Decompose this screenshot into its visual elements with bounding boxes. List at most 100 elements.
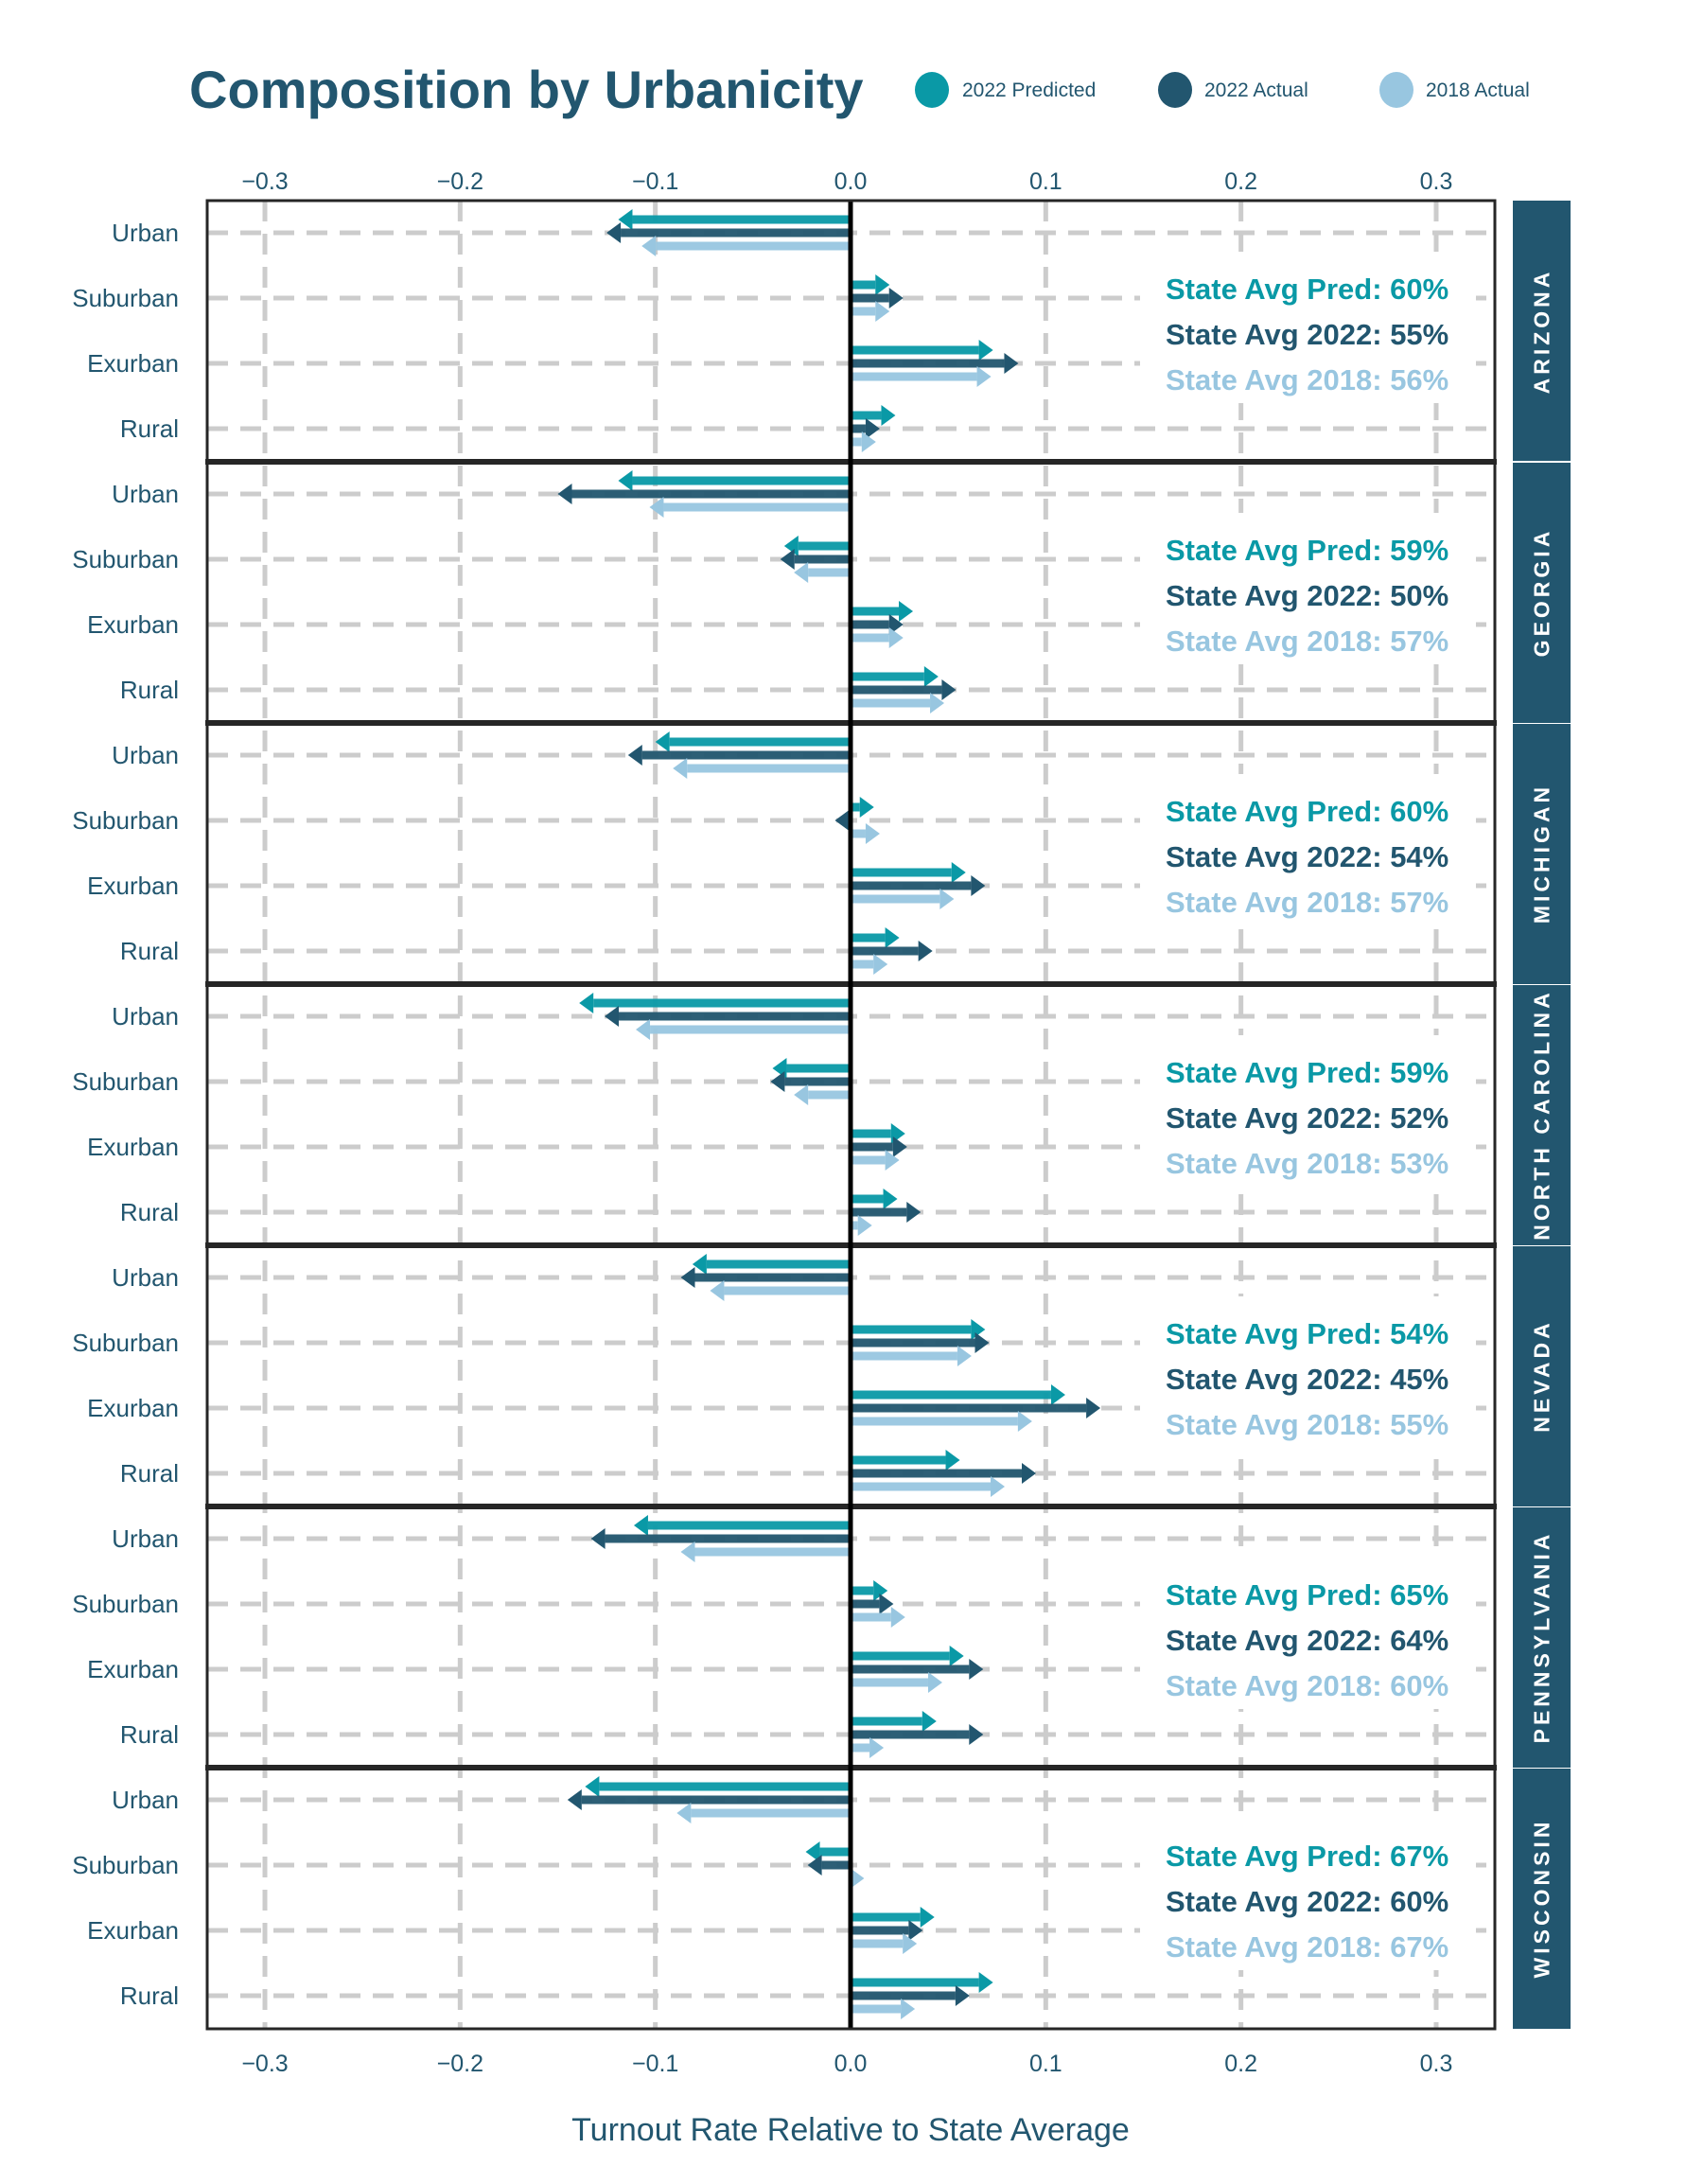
arrow-shaft: [851, 1599, 880, 1609]
arrow-shaft: [851, 1142, 893, 1152]
row-label-exurban: Exurban: [87, 1394, 179, 1422]
annotation-act22: State Avg 2022: 50%: [1166, 579, 1448, 612]
state-average-annotation: State Avg Pred: 60% State Avg 2022: 55% St…: [1140, 252, 1476, 403]
arrow-shaft: [851, 1912, 921, 1922]
arrow-shaft: [851, 1664, 970, 1674]
arrow-shaft: [581, 1795, 851, 1805]
arrow-shaft: [724, 1286, 851, 1295]
x-tick-label-top: 0.2: [1224, 168, 1257, 195]
row-label-exurban: Exurban: [87, 349, 179, 378]
x-tick-label-bottom: 0.0: [834, 2051, 868, 2077]
arrow-shaft: [808, 568, 851, 577]
arrow-shaft: [808, 1090, 851, 1100]
x-tick-label-bottom: 0.3: [1420, 2051, 1453, 2077]
row-label-suburban: Suburban: [72, 1590, 179, 1618]
state-average-annotation: State Avg Pred: 67% State Avg 2022: 60% St…: [1140, 1819, 1476, 1970]
row-label-suburban: Suburban: [72, 1329, 179, 1357]
annotation-act22: State Avg 2022: 64%: [1166, 1624, 1448, 1657]
annotation-act18: State Avg 2018: 67%: [1166, 1930, 1448, 1964]
legend-swatch-2022-actual: [1158, 72, 1192, 108]
row-label-urban: Urban: [112, 1786, 179, 1814]
row-label-rural: Rural: [120, 937, 179, 965]
arrow-shaft: [851, 1651, 950, 1661]
arrow-shaft: [784, 1077, 851, 1086]
y-axis-labels: Urban Suburban Exurban Rural Urban Suburban Ex…: [72, 219, 179, 2010]
arrow-shaft: [619, 1012, 851, 1021]
strip-label: NORTH CAROLINA: [1530, 989, 1554, 1241]
row-label-rural: Rural: [120, 1720, 179, 1749]
arrow-shaft: [851, 1207, 907, 1217]
arrow-shaft: [694, 1547, 851, 1557]
annotation-act18: State Avg 2018: 55%: [1166, 1408, 1448, 1441]
legend-swatch-2018-actual: [1379, 72, 1413, 108]
facet-strip-georgia: GEORGIA: [1513, 463, 1571, 723]
arrow-shaft: [599, 1782, 851, 1791]
arrow-shaft: [786, 1064, 851, 1073]
annotation-act22: State Avg 2022: 54%: [1166, 840, 1448, 873]
arrow-shaft: [663, 502, 851, 512]
arrow-shaft: [621, 228, 851, 238]
arrow-shaft: [851, 1469, 1023, 1478]
arrow-shaft: [851, 1417, 1018, 1426]
arrow-shaft: [691, 1808, 851, 1818]
chart-title: Composition by Urbanicity: [189, 60, 864, 119]
x-tick-label-bottom: −0.3: [241, 2051, 288, 2077]
arrow-shaft: [851, 894, 940, 904]
x-tick-label-top: 0.1: [1029, 168, 1062, 195]
arrow-shaft: [650, 1025, 851, 1034]
state-average-annotation: State Avg Pred: 59% State Avg 2022: 50% St…: [1140, 513, 1476, 664]
arrow-shaft: [851, 620, 889, 629]
row-label-exurban: Exurban: [87, 1916, 179, 1945]
row-label-rural: Rural: [120, 676, 179, 704]
arrow-shaft: [851, 868, 952, 877]
annotation-pred: State Avg Pred: 60%: [1166, 273, 1448, 306]
arrow-shaft: [851, 698, 931, 708]
legend-label-2022-predicted: 2022 Predicted: [962, 79, 1096, 101]
x-tick-label-top: 0.0: [834, 168, 868, 195]
arrow-shaft: [641, 750, 851, 760]
arrow-shaft: [851, 1586, 874, 1595]
strip-label: GEORGIA: [1530, 528, 1554, 658]
facet-strip-nevada: NEVADA: [1513, 1246, 1571, 1506]
row-label-rural: Rural: [120, 414, 179, 443]
x-axis-title: Turnout Rate Relative to State Average: [571, 2112, 1130, 2148]
arrow-shaft: [851, 1978, 979, 1987]
annotation-act18: State Avg 2018: 57%: [1166, 886, 1448, 919]
row-label-rural: Rural: [120, 1981, 179, 2010]
arrow-shaft: [851, 280, 876, 290]
arrow-shaft: [851, 672, 924, 681]
arrow-shaft: [851, 1482, 992, 1491]
facet-strip-wisconsin: WISCONSIN: [1513, 1769, 1571, 2029]
arrow-shaft: [571, 489, 851, 499]
chart: Composition by Urbanicity 2022 Predicted…: [72, 60, 1571, 2148]
facet-strips: ARIZONA GEORGIA MICHIGAN NORTH CAROLINA NEVA…: [1513, 201, 1571, 2029]
arrow-shaft: [605, 1534, 851, 1543]
legend-item-2022-actual: 2022 Actual: [1158, 72, 1308, 108]
row-label-exurban: Exurban: [87, 1655, 179, 1683]
arrow-shaft: [851, 1926, 909, 1935]
annotation-pred: State Avg Pred: 59%: [1166, 534, 1448, 567]
facet-strip-arizona: ARIZONA: [1513, 201, 1571, 461]
annotation-act18: State Avg 2018: 53%: [1166, 1147, 1448, 1180]
row-label-suburban: Suburban: [72, 806, 179, 835]
state-average-annotation: State Avg Pred: 60% State Avg 2022: 54% St…: [1140, 774, 1476, 925]
arrow-shaft: [851, 1194, 884, 1204]
arrow-shaft: [851, 933, 886, 942]
arrow-shaft: [851, 293, 889, 303]
row-label-urban: Urban: [112, 1002, 179, 1030]
arrow-shaft: [656, 241, 851, 251]
arrow-shaft: [851, 1743, 870, 1752]
strip-label: MICHIGAN: [1530, 784, 1554, 924]
arrow-shaft: [851, 1991, 956, 2000]
arrow-shaft: [851, 1939, 904, 1948]
arrow-shaft: [706, 1259, 851, 1269]
arrow-shaft: [851, 1678, 928, 1687]
strip-label: PENNSYLVANIA: [1530, 1531, 1554, 1744]
x-tick-label-bottom: 0.1: [1029, 2051, 1062, 2077]
arrow-shaft: [819, 1847, 851, 1857]
arrow-shaft: [851, 960, 874, 969]
row-label-urban: Urban: [112, 1263, 179, 1292]
annotation-pred: State Avg Pred: 67%: [1166, 1840, 1448, 1873]
row-label-urban: Urban: [112, 1524, 179, 1553]
state-average-annotation: State Avg Pred: 59% State Avg 2022: 52% St…: [1140, 1035, 1476, 1187]
